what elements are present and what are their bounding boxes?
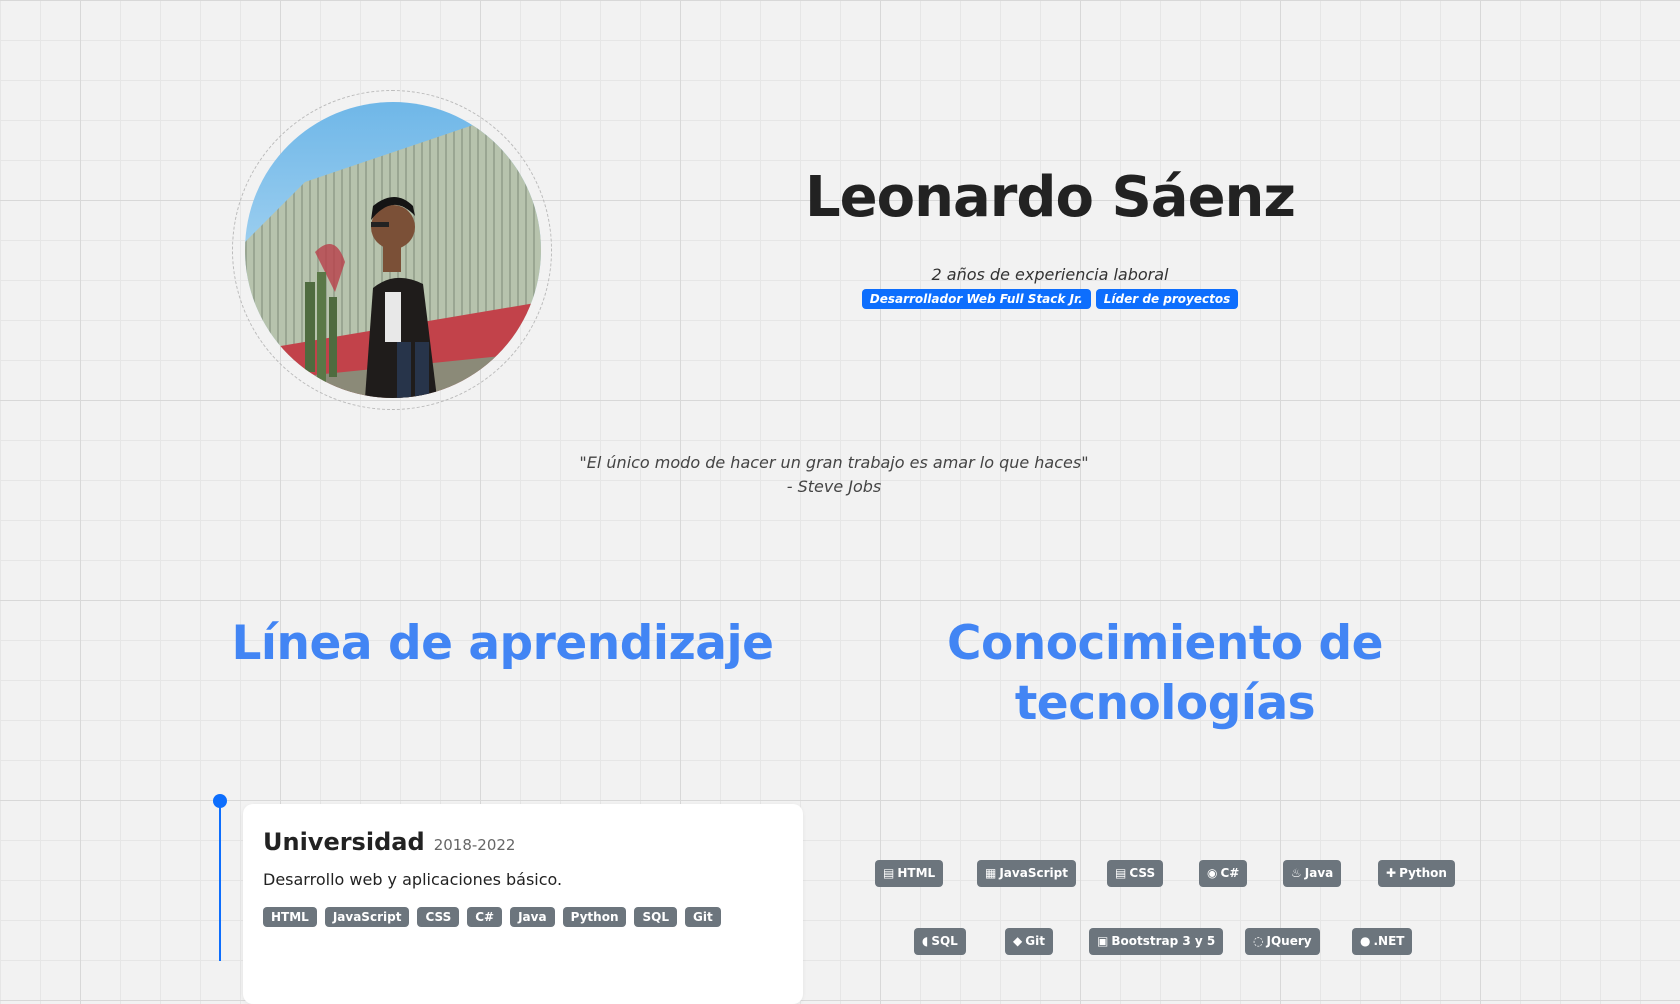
avatar <box>245 102 541 398</box>
tag-csharp: C# <box>467 907 503 928</box>
jquery-icon: ◌ <box>1253 934 1264 948</box>
tag-html: HTML <box>263 907 317 928</box>
tag-python: Python <box>562 907 627 928</box>
profile-name: Leonardo Sáenz <box>804 165 1296 230</box>
timeline-line <box>219 801 221 961</box>
git-icon: ◆ <box>1013 934 1023 948</box>
tag-javascript: JavaScript <box>324 907 410 928</box>
role-badge-leader: Líder de proyectos <box>1095 289 1239 310</box>
section-title-learning: Línea de aprendizaje <box>231 616 774 671</box>
tech-badge-java: ♨ Java <box>1283 860 1342 887</box>
dotnet-icon: ● <box>1360 934 1371 948</box>
tech-badge-html: ▤ HTML <box>875 860 944 887</box>
html5-icon: ▤ <box>883 866 895 880</box>
tag-git: Git <box>684 907 721 928</box>
section-title-technologies: Conocimiento de tecnologías <box>946 616 1384 731</box>
tech-badge-bootstrap: ▣ Bootstrap 3 y 5 <box>1089 928 1224 955</box>
tag-css: CSS <box>417 907 460 928</box>
timeline-card-description: Desarrollo web y aplicaciones básico. <box>263 870 563 889</box>
tech-badge-python: ✚ Python <box>1378 860 1455 887</box>
tag-sql: SQL <box>634 907 677 928</box>
bootstrap-icon: ▣ <box>1097 934 1109 948</box>
role-badges: Desarrollador Web Full Stack Jr. Líder d… <box>650 289 1450 310</box>
tech-badge-sql: ◖ SQL <box>914 928 966 955</box>
css3-icon: ▤ <box>1115 866 1127 880</box>
tech-badge-javascript: ▦ JavaScript <box>977 860 1076 887</box>
tech-badge-css: ▤ CSS <box>1107 860 1164 887</box>
javascript-icon: ▦ <box>985 866 997 880</box>
python-icon: ✚ <box>1386 866 1397 880</box>
timeline-dot <box>213 794 227 808</box>
tag-java: Java <box>510 907 555 928</box>
database-icon: ◖ <box>922 934 929 948</box>
timeline-card-header: Universidad 2018-2022 <box>263 828 515 856</box>
quote: "El único modo de hacer un gran trabajo … <box>450 451 1218 499</box>
quote-author: - Steve Jobs <box>786 477 882 496</box>
tech-badge-csharp: ◉ C# <box>1199 860 1248 887</box>
csharp-icon: ◉ <box>1207 866 1218 880</box>
tech-badge-dotnet: ● .NET <box>1352 928 1413 955</box>
quote-text: "El único modo de hacer un gran trabajo … <box>579 453 1089 472</box>
timeline-card-tags: HTML JavaScript CSS C# Java Python SQL G… <box>263 907 721 928</box>
timeline-card-years: 2018-2022 <box>433 836 516 854</box>
experience-text: 2 años de experiencia laboral <box>931 265 1169 284</box>
timeline-card: Universidad 2018-2022 Desarrollo web y a… <box>243 804 803 1004</box>
tech-badge-jquery: ◌ JQuery <box>1245 928 1320 955</box>
java-icon: ♨ <box>1291 866 1302 880</box>
role-badge-developer: Desarrollador Web Full Stack Jr. <box>861 289 1091 310</box>
timeline-card-title: Universidad <box>263 828 425 856</box>
tech-badge-git: ◆ Git <box>1005 928 1053 955</box>
